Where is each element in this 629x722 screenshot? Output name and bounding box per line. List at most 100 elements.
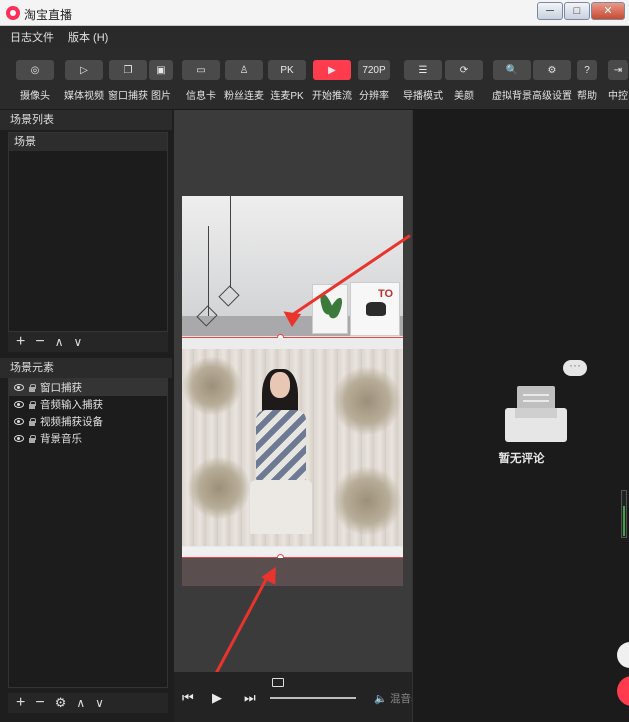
cast-icon[interactable] — [272, 678, 284, 687]
close-button[interactable]: ✕ — [591, 2, 625, 20]
lock-icon[interactable] — [28, 400, 36, 409]
director-mode-button[interactable]: ☰ 导播模式 — [403, 60, 443, 102]
list-item[interactable]: 视频捕获设备 — [9, 413, 167, 430]
deer-icon — [366, 302, 386, 316]
start-stream-label: 开始推流 — [312, 91, 352, 102]
list-item[interactable]: 窗口捕获 — [9, 379, 167, 396]
lock-icon[interactable] — [28, 434, 36, 443]
scene-elements-list: 窗口捕获 音频输入捕获 视频捕获设备 背景音乐 — [8, 378, 168, 688]
camera-button[interactable]: ◎ 摄像头 — [16, 60, 54, 102]
play-icon: ▷ — [65, 60, 103, 80]
fan-link-label: 粉丝连麦 — [224, 91, 264, 102]
resolution-label: 分辨率 — [359, 91, 389, 102]
next-button[interactable]: ⏭ — [244, 690, 256, 706]
audio-level-fill — [623, 506, 625, 536]
list-item[interactable]: 背景音乐 — [9, 430, 167, 447]
window-controls: ─ □ ✕ — [537, 2, 625, 20]
empty-comments-text: 暂无评论 — [498, 453, 545, 465]
side-float-button[interactable] — [617, 642, 629, 668]
resolution-icon: 720P — [358, 60, 390, 80]
director-mode-label: 导播模式 — [403, 91, 443, 102]
paper-line — [523, 400, 549, 402]
advanced-settings-button[interactable]: ⚙ 高级设置 — [532, 60, 572, 102]
camera-label: 摄像头 — [20, 91, 50, 102]
flower-pattern — [332, 366, 402, 436]
virtual-bg-button[interactable]: 🔍 虚拟背景 — [492, 60, 532, 102]
progress-bar[interactable] — [270, 697, 356, 699]
add-element-button[interactable]: + — [16, 693, 25, 713]
maximize-button[interactable]: □ — [564, 2, 590, 20]
person-face — [270, 372, 290, 398]
poster-text: TO — [378, 288, 394, 300]
scene-header[interactable]: 场景 — [9, 133, 167, 151]
virtual-bg-icon: 🔍 — [493, 60, 531, 80]
gear-icon[interactable]: ⚙ — [55, 693, 67, 713]
audio-level-meter — [621, 490, 627, 538]
image-label: 图片 — [151, 91, 171, 102]
paper-line — [523, 394, 549, 396]
add-scene-button[interactable]: + — [16, 332, 25, 352]
advanced-settings-label: 高级设置 — [532, 91, 572, 102]
person-sweater — [256, 410, 306, 482]
card-icon: ▭ — [182, 60, 220, 80]
scene-controls: + − ∧ ∨ — [8, 332, 168, 352]
flower-pattern — [182, 356, 242, 416]
empty-inbox-icon — [505, 380, 567, 442]
move-element-down-button[interactable]: ∨ — [95, 693, 104, 713]
toolbar: ◎ 摄像头 ▷ 媒体视频 ❐ 窗口捕获 ▣ 图片 ▭ 信息卡 ♙ 粉丝连麦 PK… — [0, 48, 629, 110]
info-card-button[interactable]: ▭ 信息卡 — [182, 60, 220, 102]
title-bar: 淘宝直播 ─ □ ✕ — [0, 0, 629, 26]
captured-toolbar-strip — [182, 547, 403, 557]
remove-element-button[interactable]: − — [35, 693, 44, 713]
menu-version[interactable]: 版本 (H) — [68, 29, 108, 45]
list-item[interactable]: 音频输入捕获 — [9, 396, 167, 413]
lock-icon[interactable] — [28, 417, 36, 426]
previous-button[interactable]: ⏮ — [182, 690, 194, 706]
menu-bar: 日志文件 版本 (H) — [0, 26, 629, 48]
eye-icon[interactable] — [14, 418, 24, 425]
person-skirt — [250, 480, 312, 534]
player-controls: ⏮ ▶ ⏭ 🔈 混音器 — [174, 672, 422, 722]
play-button[interactable]: ▶ — [212, 690, 222, 706]
side-live-button[interactable] — [617, 676, 629, 706]
pk-icon: PK — [268, 60, 306, 80]
menu-log-file[interactable]: 日志文件 — [10, 29, 54, 45]
flower-pattern — [187, 456, 251, 520]
minimize-button[interactable]: ─ — [537, 2, 563, 20]
start-stream-button[interactable]: ▶ 开始推流 — [312, 60, 352, 102]
media-video-label: 媒体视频 — [64, 91, 104, 102]
pk-button[interactable]: PK 连麦PK — [268, 60, 306, 102]
control-icon: ⇥ — [608, 60, 628, 80]
eye-icon[interactable] — [14, 435, 24, 442]
control-button[interactable]: ⇥ 中控 — [608, 60, 628, 102]
virtual-bg-label: 虚拟背景 — [492, 91, 532, 102]
media-video-button[interactable]: ▷ 媒体视频 — [64, 60, 104, 102]
resolution-button[interactable]: 720P 分辨率 — [358, 60, 390, 102]
image-icon: ▣ — [149, 60, 173, 80]
element-label: 视频捕获设备 — [40, 416, 103, 428]
settings-icon: ⚙ — [533, 60, 571, 80]
scene-elements-title: 场景元素 — [0, 358, 172, 378]
window-capture-button[interactable]: ❐ 窗口捕获 — [108, 60, 148, 102]
fan-link-button[interactable]: ♙ 粉丝连麦 — [224, 60, 264, 102]
remove-scene-button[interactable]: − — [35, 332, 44, 352]
window-title: 淘宝直播 — [24, 8, 73, 22]
move-scene-down-button[interactable]: ∨ — [73, 332, 82, 352]
element-label: 音频输入捕获 — [40, 399, 103, 411]
move-scene-up-button[interactable]: ∧ — [55, 332, 64, 352]
plant-poster — [312, 284, 348, 334]
beauty-button[interactable]: ⟳ 美颜 — [445, 60, 483, 102]
live-preview[interactable]: TO — [182, 196, 403, 586]
element-controls: + − ⚙ ∧ ∨ — [8, 693, 168, 713]
lock-icon[interactable] — [28, 383, 36, 392]
eye-icon[interactable] — [14, 384, 24, 391]
control-label: 中控 — [608, 91, 628, 102]
help-button[interactable]: ? 帮助 — [577, 60, 597, 102]
beauty-icon: ⟳ — [445, 60, 483, 80]
chat-bubble-icon: ··· — [563, 359, 587, 376]
start-stream-icon: ▶ — [313, 60, 351, 80]
eye-icon[interactable] — [14, 401, 24, 408]
move-element-up-button[interactable]: ∧ — [76, 693, 85, 713]
image-button[interactable]: ▣ 图片 — [149, 60, 173, 102]
pk-label: 连麦PK — [270, 91, 304, 102]
